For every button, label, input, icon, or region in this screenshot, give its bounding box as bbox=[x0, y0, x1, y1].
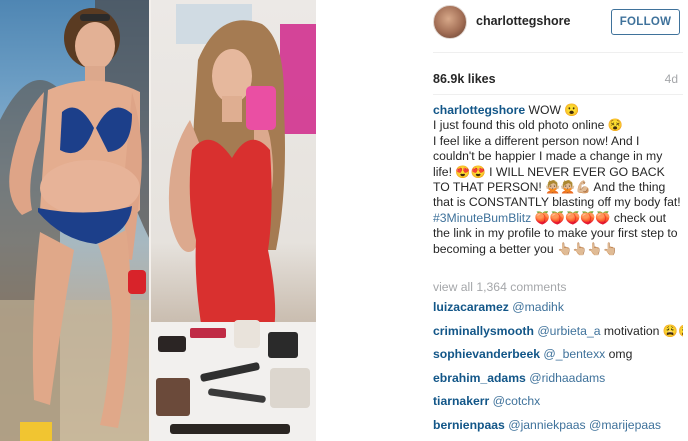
likes-count[interactable]: 86.9k likes bbox=[433, 72, 496, 86]
caption-text: WOW 😮 I just found this old photo online… bbox=[433, 103, 681, 210]
photo-after bbox=[150, 0, 316, 441]
comment-item: bernienpaas @janniekpaas @marijepaas bbox=[433, 418, 683, 441]
avatar[interactable] bbox=[433, 5, 467, 39]
comment-username[interactable]: sophievanderbeek bbox=[433, 347, 540, 361]
comment-username[interactable]: tiarnakerr bbox=[433, 394, 489, 408]
photo-divider bbox=[149, 0, 151, 441]
caption-username[interactable]: charlottegshore bbox=[433, 103, 525, 117]
follow-button[interactable]: FOLLOW bbox=[611, 9, 680, 35]
before-figure-art bbox=[0, 0, 150, 441]
comment-item: sophievanderbeek @_bentexx omg bbox=[433, 347, 683, 371]
comment-mention[interactable]: @_bentexx bbox=[543, 347, 605, 361]
comment-item: ebrahim_adams @ridhaadams bbox=[433, 371, 683, 395]
view-all-comments-link[interactable]: view all 1,364 comments bbox=[433, 280, 566, 294]
post-time[interactable]: 4d bbox=[665, 72, 678, 86]
divider bbox=[433, 94, 683, 95]
comment-item: tiarnakerr @cotchx bbox=[433, 394, 683, 418]
comments-list: luizacaramez @madihk criminallysmooth @u… bbox=[433, 300, 683, 441]
comment-username[interactable]: criminallysmooth bbox=[433, 324, 534, 338]
comment-username[interactable]: bernienpaas bbox=[433, 418, 505, 432]
divider bbox=[433, 52, 683, 53]
comment-item: luizacaramez @madihk bbox=[433, 300, 683, 324]
comment-mention[interactable]: @ridhaadams bbox=[529, 371, 605, 385]
photo-before bbox=[0, 0, 150, 441]
post-username[interactable]: charlottegshore bbox=[476, 14, 570, 28]
comment-mention[interactable]: @cotchx bbox=[493, 394, 541, 408]
post-photo[interactable] bbox=[0, 0, 316, 441]
comment-mention[interactable]: @janniekpaas bbox=[508, 418, 585, 432]
comment-mention[interactable]: @urbieta_a bbox=[537, 324, 600, 338]
comment-mention[interactable]: @marijepaas bbox=[589, 418, 661, 432]
after-figure-art bbox=[150, 4, 316, 441]
comment-username[interactable]: luizacaramez bbox=[433, 300, 509, 314]
comment-mention[interactable]: @madihk bbox=[512, 300, 564, 314]
caption-hashtag[interactable]: #3MinuteBumBlitz bbox=[433, 211, 531, 225]
comment-text: motivation 😩😩🖤🖤 bbox=[603, 323, 683, 338]
comment-item: criminallysmooth @urbieta_a motivation 😩… bbox=[433, 324, 683, 348]
comment-text: omg bbox=[608, 347, 633, 361]
post-caption: charlottegshore WOW 😮 I just found this … bbox=[433, 103, 683, 257]
comment-username[interactable]: ebrahim_adams bbox=[433, 371, 526, 385]
